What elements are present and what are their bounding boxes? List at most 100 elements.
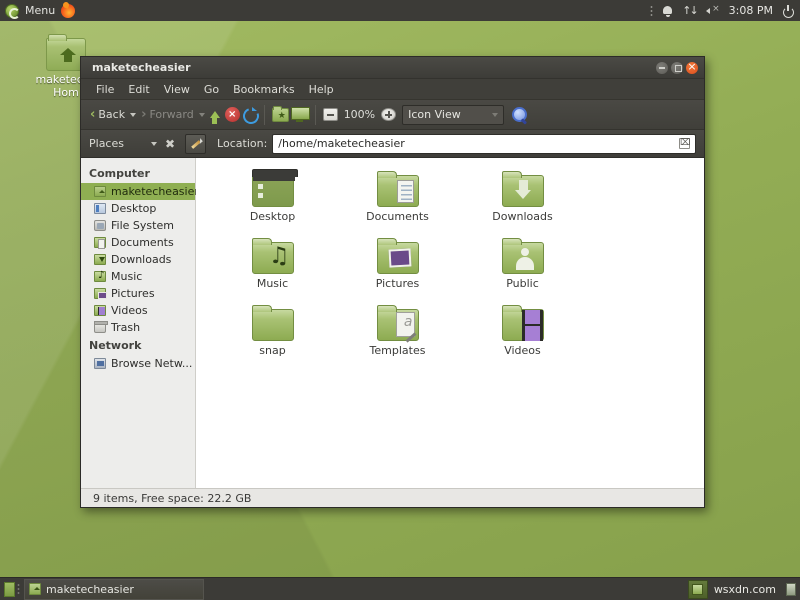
tray-clock[interactable]: 3:08 PM bbox=[729, 4, 773, 17]
maximize-button[interactable] bbox=[671, 62, 683, 74]
file-icon-wrap: a bbox=[335, 304, 460, 341]
file-pane[interactable]: Desktop Documents bbox=[196, 158, 704, 488]
public-folder-icon bbox=[502, 242, 544, 274]
location-label: Location: bbox=[217, 137, 267, 150]
file-label: snap bbox=[210, 344, 335, 357]
firefox-icon[interactable] bbox=[61, 4, 75, 18]
forward-dropdown-icon[interactable] bbox=[199, 113, 205, 117]
status-text: 9 items, Free space: 22.2 GB bbox=[93, 492, 251, 505]
file-item-music[interactable]: ♫ Music bbox=[210, 237, 335, 290]
watermark-icon bbox=[786, 583, 796, 596]
path-value: /home/maketecheasier bbox=[278, 137, 404, 150]
sidebar-item-music[interactable]: Music bbox=[81, 268, 195, 285]
sidebar-item-videos[interactable]: Videos bbox=[81, 302, 195, 319]
taskbar-window-button[interactable]: maketecheasier bbox=[24, 579, 204, 600]
home-folder-icon[interactable]: ★ bbox=[272, 108, 289, 122]
file-label: Templates bbox=[335, 344, 460, 357]
view-mode-label: Icon View bbox=[408, 108, 461, 121]
videos-folder-icon bbox=[94, 305, 106, 316]
places-label[interactable]: Places bbox=[89, 137, 124, 150]
chevron-left-icon: ‹ bbox=[90, 109, 95, 120]
menu-button[interactable]: Menu bbox=[25, 4, 55, 17]
file-item-pictures[interactable]: Pictures bbox=[335, 237, 460, 290]
sidebar-item-trash[interactable]: Trash bbox=[81, 319, 195, 336]
file-grid: Desktop Documents bbox=[210, 170, 694, 371]
menu-view[interactable]: View bbox=[157, 81, 197, 98]
documents-folder-icon bbox=[377, 175, 419, 207]
edit-path-pencil-icon[interactable] bbox=[185, 134, 206, 154]
forward-button[interactable]: › Forward bbox=[138, 106, 197, 123]
view-mode-combo[interactable]: Icon View bbox=[402, 105, 504, 125]
tray-drag-handle[interactable] bbox=[650, 5, 653, 16]
up-arrow-icon[interactable] bbox=[210, 111, 220, 118]
drive-icon bbox=[94, 220, 106, 231]
file-item-documents[interactable]: Documents bbox=[335, 170, 460, 223]
sidebar-item-browse-network[interactable]: Browse Netw... bbox=[81, 355, 195, 372]
bell-icon[interactable] bbox=[662, 5, 673, 17]
file-item-public[interactable]: Public bbox=[460, 237, 585, 290]
computer-monitor-icon[interactable] bbox=[291, 107, 308, 122]
pictures-folder-icon bbox=[377, 242, 419, 274]
sidebar-item-label: Pictures bbox=[111, 287, 155, 300]
titlebar[interactable]: maketecheasier bbox=[81, 57, 704, 79]
toolbar-separator-2 bbox=[315, 105, 316, 125]
menu-help[interactable]: Help bbox=[302, 81, 341, 98]
sidebar-item-label: Downloads bbox=[111, 253, 171, 266]
sidebar-item-label: maketecheasier bbox=[111, 185, 199, 198]
file-item-videos[interactable]: Videos bbox=[460, 304, 585, 357]
menu-bookmarks[interactable]: Bookmarks bbox=[226, 81, 301, 98]
sidebar-item-downloads[interactable]: Downloads bbox=[81, 251, 195, 268]
places-dropdown-icon[interactable] bbox=[151, 142, 157, 146]
menu-go[interactable]: Go bbox=[197, 81, 226, 98]
status-bar: 9 items, Free space: 22.2 GB bbox=[81, 488, 704, 507]
close-button[interactable] bbox=[686, 62, 698, 74]
documents-folder-icon bbox=[94, 237, 106, 248]
sidebar-item-pictures[interactable]: Pictures bbox=[81, 285, 195, 302]
file-item-templates[interactable]: a Templates bbox=[335, 304, 460, 357]
sidebar-item-label: Videos bbox=[111, 304, 148, 317]
file-icon-wrap bbox=[210, 304, 335, 341]
menu-file[interactable]: File bbox=[89, 81, 121, 98]
mint-logo-icon[interactable] bbox=[5, 4, 19, 18]
zoom-in-icon[interactable] bbox=[381, 108, 396, 121]
taskbar: maketecheasier wsxdn.com bbox=[0, 577, 800, 600]
sidebar-item-label: Desktop bbox=[111, 202, 156, 215]
sidebar-item-label: Trash bbox=[111, 321, 140, 334]
window-list-handle[interactable] bbox=[4, 582, 15, 597]
sidebar-item-file-system[interactable]: File System bbox=[81, 217, 195, 234]
taskbar-window-label: maketecheasier bbox=[46, 583, 134, 596]
network-up-down-icon[interactable]: ↑↓ bbox=[682, 5, 696, 16]
back-dropdown-icon[interactable] bbox=[130, 113, 136, 117]
sidebar-item-label: Documents bbox=[111, 236, 174, 249]
sidebar-item-documents[interactable]: Documents bbox=[81, 234, 195, 251]
panel-left-group: Menu bbox=[0, 4, 75, 18]
stop-icon[interactable]: × bbox=[225, 107, 240, 122]
clear-path-icon[interactable]: ⌧ bbox=[679, 138, 690, 149]
taskbar-drag-handle[interactable] bbox=[17, 583, 20, 596]
file-icon-wrap bbox=[335, 237, 460, 274]
search-icon[interactable] bbox=[512, 107, 528, 123]
show-desktop-icon[interactable] bbox=[688, 580, 708, 599]
path-input[interactable]: /home/maketecheasier ⌧ bbox=[272, 134, 696, 154]
desktop-icon bbox=[94, 203, 106, 214]
sidebar-item-maketecheasier[interactable]: maketecheasier bbox=[81, 183, 195, 200]
back-button[interactable]: ‹ Back bbox=[87, 106, 128, 123]
minimize-button[interactable] bbox=[656, 62, 668, 74]
sidebar-item-desktop[interactable]: Desktop bbox=[81, 200, 195, 217]
file-item-downloads[interactable]: Downloads bbox=[460, 170, 585, 223]
close-pane-icon[interactable]: ✖ bbox=[162, 137, 178, 151]
sidebar-item-label: File System bbox=[111, 219, 174, 232]
speaker-muted-icon[interactable]: × bbox=[706, 5, 720, 16]
zoom-out-icon[interactable] bbox=[323, 108, 338, 121]
downloads-folder-icon bbox=[502, 175, 544, 207]
reload-icon[interactable] bbox=[242, 107, 257, 122]
file-item-desktop[interactable]: Desktop bbox=[210, 170, 335, 223]
power-icon[interactable] bbox=[782, 5, 794, 17]
file-label: Videos bbox=[460, 344, 585, 357]
music-folder-icon: ♫ bbox=[252, 242, 294, 274]
menu-edit[interactable]: Edit bbox=[121, 81, 156, 98]
downloads-folder-icon bbox=[94, 254, 106, 265]
sidebar-group-computer: Computer bbox=[81, 164, 195, 183]
system-tray: ↑↓ × 3:08 PM bbox=[650, 4, 800, 17]
file-item-snap[interactable]: snap bbox=[210, 304, 335, 357]
